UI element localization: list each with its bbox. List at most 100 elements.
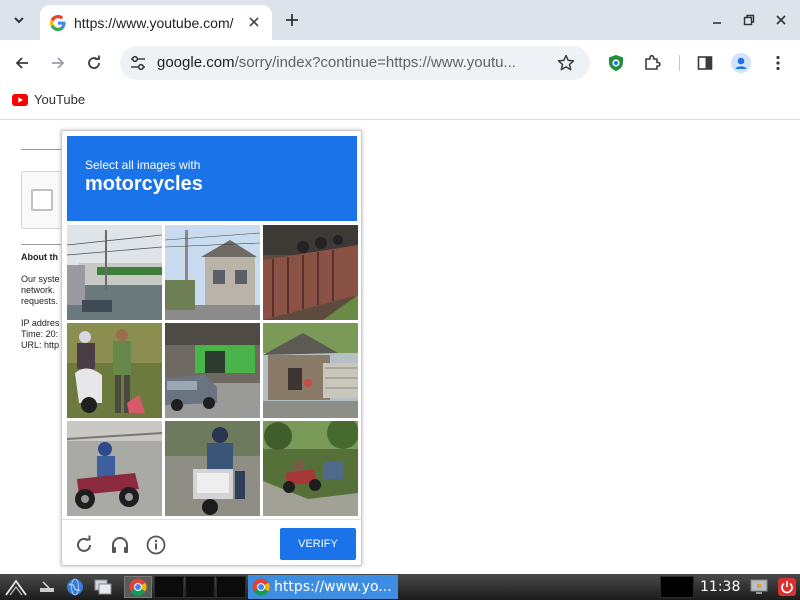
image-tile-house-utility-pole[interactable] xyxy=(165,225,260,320)
image-tile-car-shop[interactable] xyxy=(165,323,260,418)
url-text[interactable]: google.com/sorry/index?continue=https://… xyxy=(157,54,552,71)
body-line: network. xyxy=(21,285,56,295)
verify-button[interactable]: VERIFY xyxy=(280,528,356,560)
image-tile-motorcycle-rider-road[interactable] xyxy=(67,421,162,516)
start-menu-button[interactable] xyxy=(2,576,30,598)
restore-button[interactable] xyxy=(738,9,760,31)
taskbar-slot xyxy=(185,576,215,598)
minimize-button[interactable] xyxy=(706,9,728,31)
tab-search-button[interactable] xyxy=(6,8,32,32)
bookmark-star-icon[interactable] xyxy=(556,53,576,73)
image-grid xyxy=(67,225,358,516)
side-panel-button[interactable] xyxy=(694,52,716,74)
image-tile-street-fence-trees[interactable] xyxy=(67,225,162,320)
plus-icon xyxy=(286,14,298,26)
reload-challenge-button[interactable] xyxy=(72,533,96,557)
site-settings-icon[interactable] xyxy=(128,53,148,73)
close-icon xyxy=(249,17,259,27)
profile-button[interactable] xyxy=(730,52,752,74)
address-bar[interactable]: google.com/sorry/index?continue=https://… xyxy=(120,46,590,80)
puzzle-icon xyxy=(645,54,661,70)
browser-menu-button[interactable] xyxy=(767,52,789,74)
close-icon xyxy=(776,15,786,25)
tile-image xyxy=(67,323,162,418)
about-heading: About th xyxy=(21,252,58,262)
taskbar: https://www.yo... 11:38 xyxy=(0,574,800,600)
power-icon xyxy=(778,578,796,596)
reload-icon xyxy=(88,55,100,69)
system-tray xyxy=(660,576,694,598)
image-tile-roadside-hut[interactable] xyxy=(263,323,358,418)
browser-toolbar: google.com/sorry/index?continue=https://… xyxy=(0,40,800,86)
chrome-icon xyxy=(129,578,147,596)
new-tab-button[interactable] xyxy=(280,8,304,32)
extension-shield-button[interactable] xyxy=(605,52,627,74)
avatar-icon xyxy=(731,53,751,73)
kebab-menu-icon xyxy=(776,55,780,71)
tile-image xyxy=(165,421,260,516)
screen-lock-button[interactable] xyxy=(748,576,770,598)
help-button[interactable] xyxy=(144,533,168,557)
browser-tab[interactable]: https://www.youtube.com/ xyxy=(40,5,272,40)
desktop-icon xyxy=(40,581,54,592)
arrow-right-icon xyxy=(52,57,65,69)
restore-icon xyxy=(743,14,755,26)
footer-divider xyxy=(62,519,361,520)
windows-icon xyxy=(94,579,112,595)
reload-button[interactable] xyxy=(81,50,107,76)
tile-image xyxy=(165,225,260,320)
info-icon xyxy=(146,535,166,555)
image-tile-people-scooter[interactable] xyxy=(67,323,162,418)
forward-button[interactable] xyxy=(45,50,71,76)
tile-image xyxy=(165,323,260,418)
bookmark-youtube[interactable]: YouTube xyxy=(12,92,85,107)
image-tile-bike-under-trees[interactable] xyxy=(263,421,358,516)
google-icon xyxy=(50,14,66,31)
power-button[interactable] xyxy=(776,576,798,598)
taskbar-task-chrome[interactable]: https://www.yo... xyxy=(248,575,398,599)
challenge-header: Select all images with motorcycles xyxy=(67,136,357,221)
taskbar-task-label: https://www.yo... xyxy=(274,579,392,595)
tile-image xyxy=(263,225,358,320)
recaptcha-checkbox[interactable] xyxy=(31,189,53,211)
arrow-left-icon xyxy=(15,57,28,69)
headphones-icon xyxy=(112,537,128,553)
back-button[interactable] xyxy=(9,50,35,76)
close-window-button[interactable] xyxy=(770,9,792,31)
image-tile-scooter-rider-blurred[interactable] xyxy=(165,421,260,516)
tab-strip: https://www.youtube.com/ xyxy=(0,0,800,40)
url-host: google.com xyxy=(157,54,235,71)
shield-icon xyxy=(609,55,623,71)
bookmark-label: YouTube xyxy=(34,92,86,107)
url-label: URL: http xyxy=(21,340,60,350)
extensions-button[interactable] xyxy=(641,52,663,74)
tile-image xyxy=(67,225,162,320)
body-line: Our syste xyxy=(21,274,60,284)
tile-image xyxy=(263,323,358,418)
side-panel-icon xyxy=(697,56,713,70)
chrome-launcher[interactable] xyxy=(124,576,152,598)
tab-title: https://www.youtube.com/ xyxy=(74,14,234,31)
close-tab-button[interactable] xyxy=(244,12,264,32)
tile-image xyxy=(263,421,358,516)
start-logo-icon xyxy=(5,579,27,596)
show-desktop-button[interactable] xyxy=(36,576,58,598)
monitor-lock-icon xyxy=(750,579,768,594)
chrome-icon xyxy=(252,578,270,596)
minimize-icon xyxy=(713,22,721,24)
globe-icon xyxy=(67,578,83,596)
youtube-icon xyxy=(12,93,28,106)
taskbar-slot xyxy=(216,576,246,598)
image-tile-wall-parked-bikes[interactable] xyxy=(263,225,358,320)
recaptcha-challenge: Select all images with motorcycles VERIF… xyxy=(61,130,362,566)
file-manager-launcher[interactable] xyxy=(92,576,114,598)
reload-icon xyxy=(77,535,91,552)
bookmarks-bar: YouTube xyxy=(0,86,800,120)
web-browser-launcher[interactable] xyxy=(64,576,86,598)
taskbar-slot xyxy=(154,576,184,598)
ip-address-label: IP addres xyxy=(21,318,60,328)
audio-challenge-button[interactable] xyxy=(108,533,132,557)
chevron-down-icon xyxy=(14,17,24,24)
tile-image xyxy=(67,421,162,516)
url-path: /sorry/index?continue=https://www.youtu.… xyxy=(234,54,516,71)
